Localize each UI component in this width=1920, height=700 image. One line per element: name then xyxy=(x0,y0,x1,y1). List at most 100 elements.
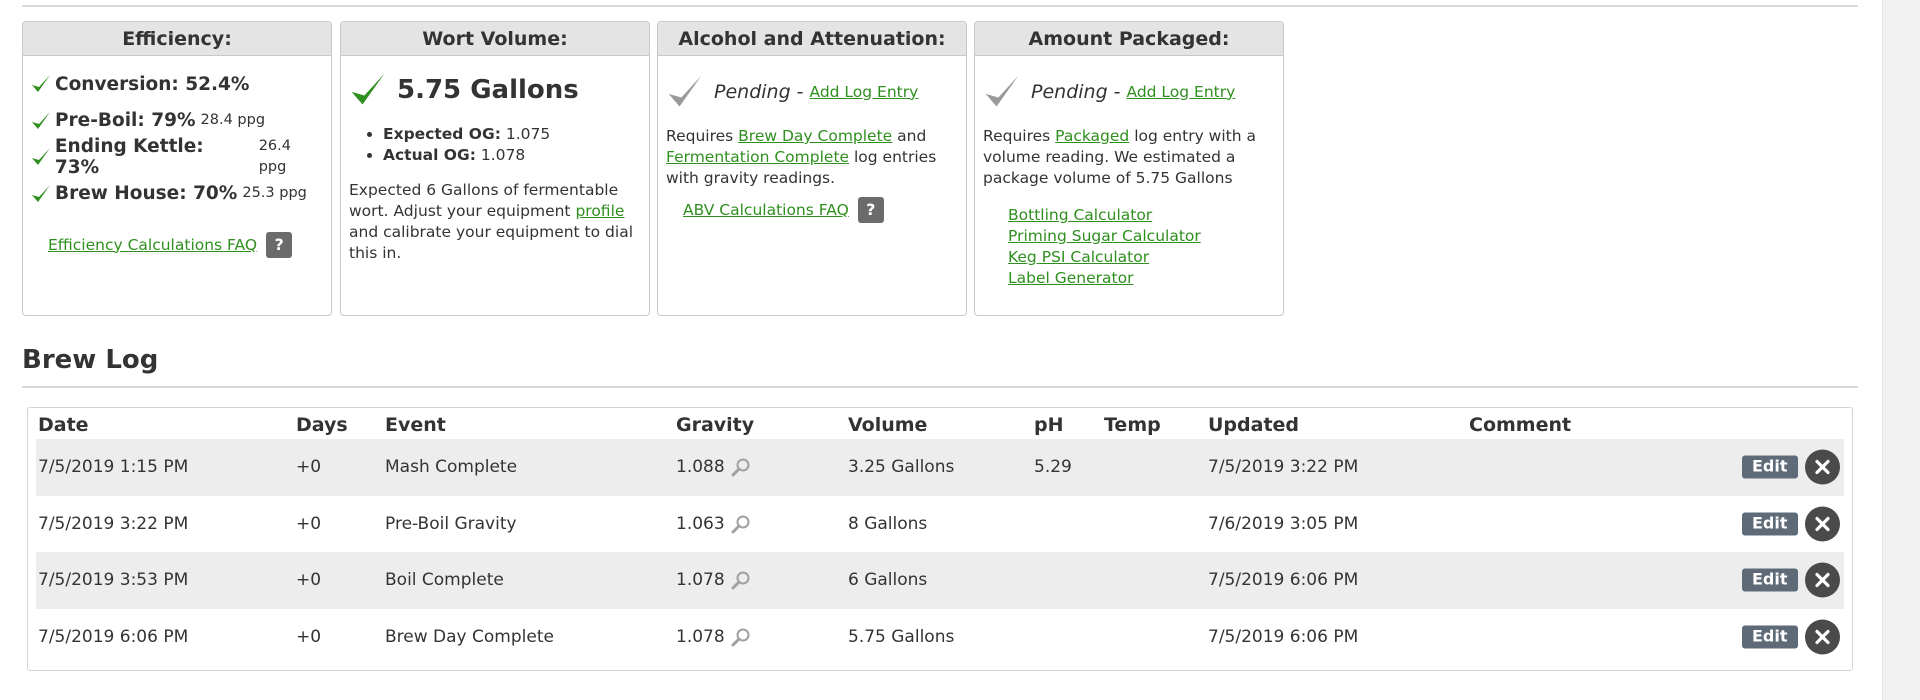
column-days[interactable]: Days xyxy=(296,414,348,436)
row-updated: 7/5/2019 6:06 PM xyxy=(1208,626,1359,647)
row-gravity: 1.088 xyxy=(676,457,725,478)
row-event: Mash Complete xyxy=(385,457,518,478)
row-updated: 7/5/2019 3:22 PM xyxy=(1208,457,1359,478)
delete-button[interactable] xyxy=(1805,449,1840,485)
actual-og: Actual OG: 1.078 xyxy=(383,145,641,166)
efficiency-detail: 28.4 ppg xyxy=(200,112,266,129)
profile-link[interactable]: profile xyxy=(575,202,624,220)
row-event: Brew Day Complete xyxy=(385,626,554,647)
row-days: +0 xyxy=(296,626,322,647)
packaged-add-log-entry-link[interactable]: Add Log Entry xyxy=(1127,82,1236,103)
delete-button[interactable] xyxy=(1805,562,1840,598)
delete-icon xyxy=(1815,573,1830,588)
column-gravity[interactable]: Gravity xyxy=(676,414,754,436)
column-updated[interactable]: Updated xyxy=(1208,414,1299,436)
row-date: 7/5/2019 1:15 PM xyxy=(38,457,189,478)
column-ph[interactable]: pH xyxy=(1034,414,1064,436)
delete-button[interactable] xyxy=(1805,619,1840,655)
column-date[interactable]: Date xyxy=(38,414,89,436)
edit-button[interactable]: Edit xyxy=(1742,512,1798,536)
row-event: Boil Complete xyxy=(385,570,504,591)
efficiency-card: Efficiency: Conversion: 52.4% Pre-Boil: … xyxy=(22,21,332,316)
checkmark-icon xyxy=(32,75,50,93)
row-volume: 3.25 Gallons xyxy=(848,457,955,478)
bottling-calculator-link[interactable]: Bottling Calculator xyxy=(1008,206,1152,224)
row-days: +0 xyxy=(296,513,322,534)
scrollbar[interactable] xyxy=(1882,0,1920,700)
alcohol-attenuation-card: Alcohol and Attenuation: Pending - Add L… xyxy=(657,21,967,316)
magnifier-icon[interactable] xyxy=(731,457,751,477)
packaged-link[interactable]: Packaged xyxy=(1055,127,1129,145)
efficiency-faq-link[interactable]: Efficiency Calculations FAQ xyxy=(48,235,257,256)
edit-button[interactable]: Edit xyxy=(1742,568,1798,592)
row-updated: 7/5/2019 6:06 PM xyxy=(1208,570,1359,591)
brew-log-table: Date Days Event Gravity Volume pH Temp U… xyxy=(27,407,1853,671)
row-date: 7/5/2019 3:53 PM xyxy=(38,570,189,591)
magnifier-icon[interactable] xyxy=(731,514,751,534)
row-event: Pre-Boil Gravity xyxy=(385,513,517,534)
edit-button[interactable]: Edit xyxy=(1742,455,1798,479)
packaged-requirements: Requires Packaged log entry with a volum… xyxy=(983,127,1256,187)
brew-log-title: Brew Log xyxy=(22,345,159,375)
checkmark-icon xyxy=(32,184,50,202)
abv-status: Pending xyxy=(714,80,791,103)
efficiency-row-conversion: Conversion: 52.4% xyxy=(31,66,323,103)
row-date: 7/5/2019 3:22 PM xyxy=(38,513,189,534)
row-days: +0 xyxy=(296,570,322,591)
checkmark-icon xyxy=(32,111,50,129)
brew-day-complete-link[interactable]: Brew Day Complete xyxy=(738,127,892,145)
row-volume: 6 Gallons xyxy=(848,570,928,591)
table-row: 7/5/2019 3:53 PM +0 Boil Complete 1.078 … xyxy=(36,552,1844,609)
help-icon[interactable]: ? xyxy=(857,197,884,223)
fermentation-complete-link[interactable]: Fermentation Complete xyxy=(666,148,849,166)
row-volume: 8 Gallons xyxy=(848,513,928,534)
calculator-links: Bottling Calculator Priming Sugar Calcul… xyxy=(983,205,1275,289)
keg-psi-calculator-link[interactable]: Keg PSI Calculator xyxy=(1008,248,1149,266)
row-days: +0 xyxy=(296,457,322,478)
table-row: 7/5/2019 6:06 PM +0 Brew Day Complete 1.… xyxy=(36,609,1844,666)
packaged-status: Pending xyxy=(1031,80,1108,103)
abv-add-log-entry-link[interactable]: Add Log Entry xyxy=(810,82,919,103)
priming-sugar-calculator-link[interactable]: Priming Sugar Calculator xyxy=(1008,227,1201,245)
delete-icon xyxy=(1815,629,1830,644)
pending-check-icon xyxy=(668,75,702,107)
wort-note: Expected 6 Gallons of fermentable wort. … xyxy=(349,181,633,262)
magnifier-icon[interactable] xyxy=(731,570,751,590)
row-updated: 7/6/2019 3:05 PM xyxy=(1208,513,1359,534)
alcohol-attenuation-title: Alcohol and Attenuation: xyxy=(658,22,966,56)
efficiency-label: Conversion: 52.4% xyxy=(55,73,250,95)
edit-button[interactable]: Edit xyxy=(1742,625,1798,649)
wort-volume-card: Wort Volume: 5.75 Gallons Expected OG: 1… xyxy=(340,21,650,316)
column-event[interactable]: Event xyxy=(385,414,446,436)
efficiency-title: Efficiency: xyxy=(23,22,331,56)
efficiency-row-brew-house: Brew House: 70% 25.3 ppg xyxy=(31,176,323,213)
magnifier-icon[interactable] xyxy=(731,627,751,647)
abv-requirements: Requires Brew Day Complete and Fermentat… xyxy=(666,127,937,187)
efficiency-detail: 25.3 ppg xyxy=(242,185,307,202)
row-date: 7/5/2019 6:06 PM xyxy=(38,626,189,647)
efficiency-label: Brew House: 70% xyxy=(55,183,238,205)
amount-packaged-card: Amount Packaged: Pending - Add Log Entry… xyxy=(974,21,1284,316)
row-gravity: 1.063 xyxy=(676,513,725,534)
efficiency-detail: 26.4 ppg xyxy=(258,138,291,176)
checkmark-icon xyxy=(351,73,385,105)
table-header: Date Days Event Gravity Volume pH Temp U… xyxy=(36,408,1844,439)
column-volume[interactable]: Volume xyxy=(848,414,927,436)
column-temp[interactable]: Temp xyxy=(1104,414,1161,436)
table-row: 7/5/2019 1:15 PM +0 Mash Complete 1.088 … xyxy=(36,439,1844,496)
top-divider xyxy=(22,5,1858,7)
efficiency-label: Ending Kettle: 73% xyxy=(54,136,204,179)
label-generator-link[interactable]: Label Generator xyxy=(1008,269,1133,287)
delete-button[interactable] xyxy=(1805,506,1840,542)
delete-icon xyxy=(1815,460,1830,475)
help-icon[interactable]: ? xyxy=(266,232,293,258)
row-ph: 5.29 xyxy=(1034,457,1072,478)
row-gravity: 1.078 xyxy=(676,570,725,591)
row-gravity: 1.078 xyxy=(676,626,725,647)
wort-volume-value: 5.75 Gallons xyxy=(397,74,579,105)
abv-faq-link[interactable]: ABV Calculations FAQ xyxy=(683,200,849,221)
column-comment[interactable]: Comment xyxy=(1469,414,1571,436)
delete-icon xyxy=(1815,516,1830,531)
expected-og: Expected OG: 1.075 xyxy=(383,124,641,145)
pending-check-icon xyxy=(985,75,1019,107)
